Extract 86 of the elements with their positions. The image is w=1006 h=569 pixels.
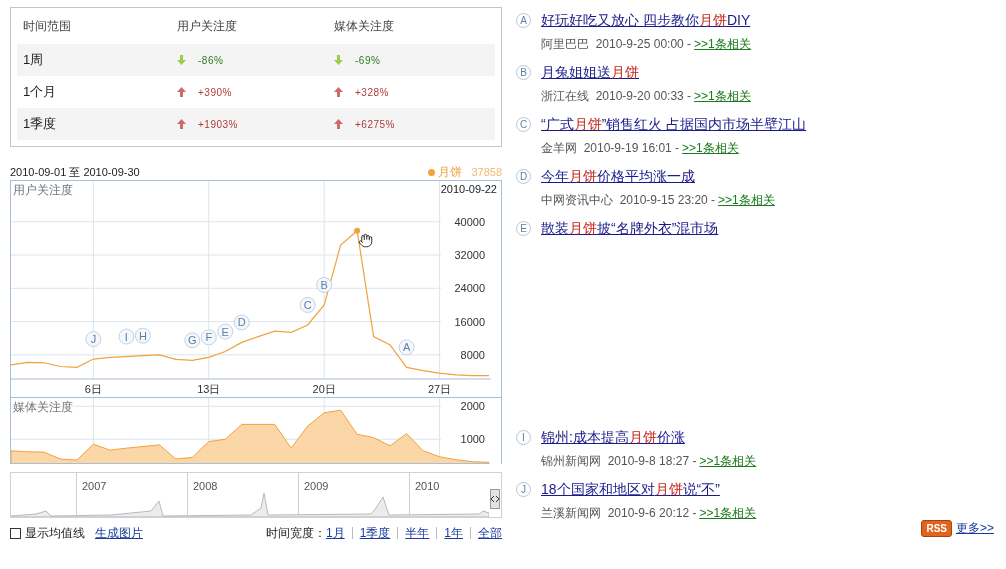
event-marker[interactable]: I [118,328,135,345]
up-arrow-icon [177,87,186,97]
change-value: +6275% [355,117,395,132]
time-width-link[interactable]: 1月 [325,524,345,542]
x-tick-label: 13日 [197,383,221,395]
up-arrow-icon [334,87,343,97]
event-marker[interactable]: C [299,296,316,313]
news-source: 金羊网 2010-9-19 16:01 - [541,140,680,157]
y-tick-label: 16000 [454,315,485,328]
chart-label: 媒体关注度 [13,399,73,416]
change-value: -69% [355,53,381,68]
news-title-link[interactable]: 月兔姐姐送月饼 [541,62,751,83]
event-marker[interactable]: B [316,276,333,293]
annotation: A [402,341,411,354]
annotation: C [303,298,312,311]
annotation: E [221,325,229,338]
news-source: 兰溪新闻网 2010-9-6 20:12 - [541,505,697,522]
event-marker[interactable]: A [398,339,415,356]
change-value: +328% [355,85,389,100]
legend-value: 37858 [471,164,502,180]
y-tick-label: 24000 [454,282,485,295]
news-source: 浙江在线 2010-9-20 00:33 - [541,88,692,105]
time-width-link[interactable]: 全部 [478,524,502,542]
chart-label: 用户关注度 [13,182,73,199]
y-tick-label: 8000 [460,348,485,361]
down-arrow-icon [334,55,343,65]
range-cell-text: 1个月 [23,83,58,102]
annotation: D [237,316,246,329]
y-tick-label: 40000 [454,215,485,228]
legend-label: 月饼 [438,164,463,181]
change-value: -86% [198,53,224,68]
related-link[interactable]: >>1条相关 [699,504,757,522]
event-marker[interactable]: G [184,332,201,349]
event-marker[interactable]: J [85,331,102,348]
year-label: 2009 [304,479,329,494]
event-marker[interactable]: D [233,314,250,331]
news-source: 阿里巴巴 2010-9-25 00:00 - [541,36,692,53]
change-value: +1903% [198,117,238,132]
event-marker[interactable]: F [200,329,217,346]
range-handle[interactable] [490,489,500,509]
range-cell-text: 1周 [23,51,45,70]
news-source: 中网资讯中心 2010-9-15 23:20 - [541,192,716,209]
event-marker[interactable]: H [134,327,151,344]
up-arrow-icon [177,119,186,129]
range-cell-text: 1季度 [23,115,58,134]
x-tick-label: 20日 [312,383,336,395]
related-link[interactable]: >>1条相关 [718,191,775,209]
date-range: 2010-09-01 至 2010-09-30 [10,164,140,180]
average-line-checkbox[interactable]: 显示均值线 [10,524,85,542]
column-header: 时间范围 [23,18,72,35]
x-tick-label: 6日 [84,383,102,395]
column-header: 用户关注度 [177,18,238,35]
y-tick-label: 2000 [460,400,485,413]
related-link[interactable]: >>1条相关 [699,452,757,470]
annotation: I [124,330,128,343]
annotation: H [138,329,147,342]
annotation: G [188,334,197,347]
annotation: B [320,278,328,291]
hover-date: 2010-09-22 [440,182,497,197]
annotation: J [90,333,97,346]
export-image-link[interactable]: 生成图片 [95,524,143,542]
rss-badge[interactable]: RSS [921,519,952,537]
down-arrow-icon [177,55,186,65]
time-width-link[interactable]: 1年 [444,524,463,542]
related-link[interactable]: >>1条相关 [694,87,751,105]
time-width-label: 时间宽度： [265,525,326,542]
y-tick-label: 32000 [454,249,485,262]
time-width-link[interactable]: 1季度 [359,524,391,542]
column-header: 媒体关注度 [334,18,395,35]
news-source: 锦州新闻网 2010-9-8 18:27 - [541,453,697,470]
related-link[interactable]: >>1条相关 [682,139,739,157]
time-width-link[interactable]: 半年 [405,524,430,542]
news-title-link[interactable]: 18个国家和地区对月饼说“不” [541,479,757,500]
related-link[interactable]: >>1条相关 [694,35,751,53]
y-tick-label: 1000 [460,433,485,446]
hover-point [354,227,361,234]
more-link[interactable]: 更多>> [956,519,994,537]
year-label: 2007 [82,479,107,494]
annotation: F [205,331,213,344]
change-value: +390% [198,85,232,100]
up-arrow-icon [334,119,343,129]
event-marker[interactable]: E [217,323,234,340]
year-label: 2008 [193,479,218,494]
hand-cursor-icon [358,232,374,248]
year-label: 2010 [415,479,440,494]
x-tick-label: 27日 [427,383,452,395]
